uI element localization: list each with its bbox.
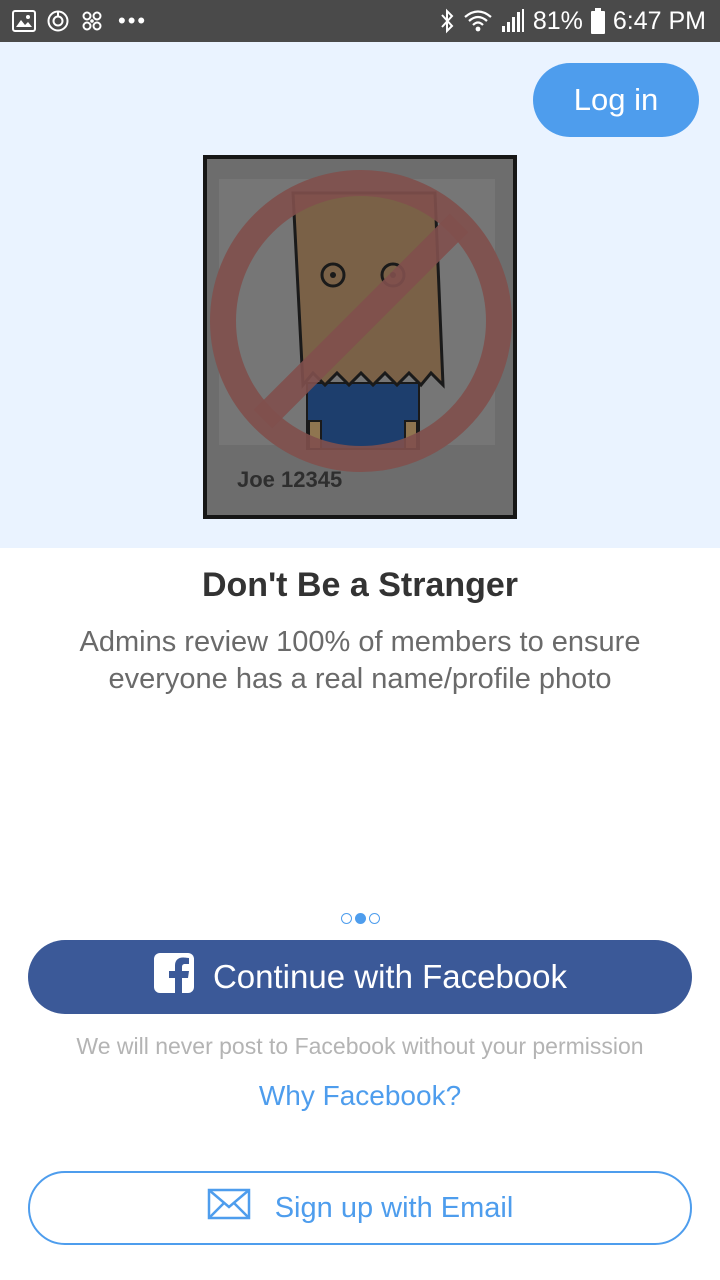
sign-up-with-email-button[interactable]: Sign up with Email	[28, 1171, 692, 1245]
status-bar: ••• 81% 6:47 PM	[0, 0, 720, 42]
status-right: 81% 6:47 PM	[439, 6, 706, 36]
pinwheel-icon	[80, 9, 104, 33]
hero-section: Log in Joe 12345	[0, 42, 720, 548]
wifi-icon	[463, 8, 493, 34]
onboarding-subtitle: Admins review 100% of members to ensure …	[79, 626, 641, 695]
paper-bag-head-illustration	[210, 170, 512, 472]
continue-with-facebook-button[interactable]: Continue with Facebook	[28, 940, 692, 1014]
status-left: •••	[12, 8, 147, 34]
facebook-permission-note: We will never post to Facebook without y…	[76, 1033, 644, 1059]
mail-icon	[207, 1188, 251, 1228]
onboarding-title: Don't Be a Stranger	[201, 566, 519, 604]
more-notifications-indicator: •••	[118, 8, 148, 33]
bluetooth-icon	[439, 8, 455, 34]
profile-name-caption: Joe 12345	[237, 467, 343, 492]
page-dot	[368, 913, 380, 924]
page-indicator	[0, 913, 720, 924]
login-button[interactable]: Log in	[533, 63, 699, 137]
illustration-profile-photo: Joe 12345	[203, 155, 517, 519]
battery-icon	[590, 8, 605, 34]
facebook-button-label: Continue with Facebook	[212, 958, 568, 995]
sync-icon	[46, 9, 70, 33]
signal-icon	[501, 8, 525, 34]
clock-time: 6:47 PM	[612, 6, 706, 35]
page-dot	[354, 913, 366, 924]
page-dot	[340, 913, 352, 924]
gallery-icon	[12, 10, 36, 32]
battery-percent: 81%	[532, 6, 583, 35]
email-button-label: Sign up with Email	[274, 1191, 514, 1224]
facebook-icon	[153, 952, 195, 1002]
why-facebook-link[interactable]: Why Facebook?	[0, 1080, 720, 1112]
